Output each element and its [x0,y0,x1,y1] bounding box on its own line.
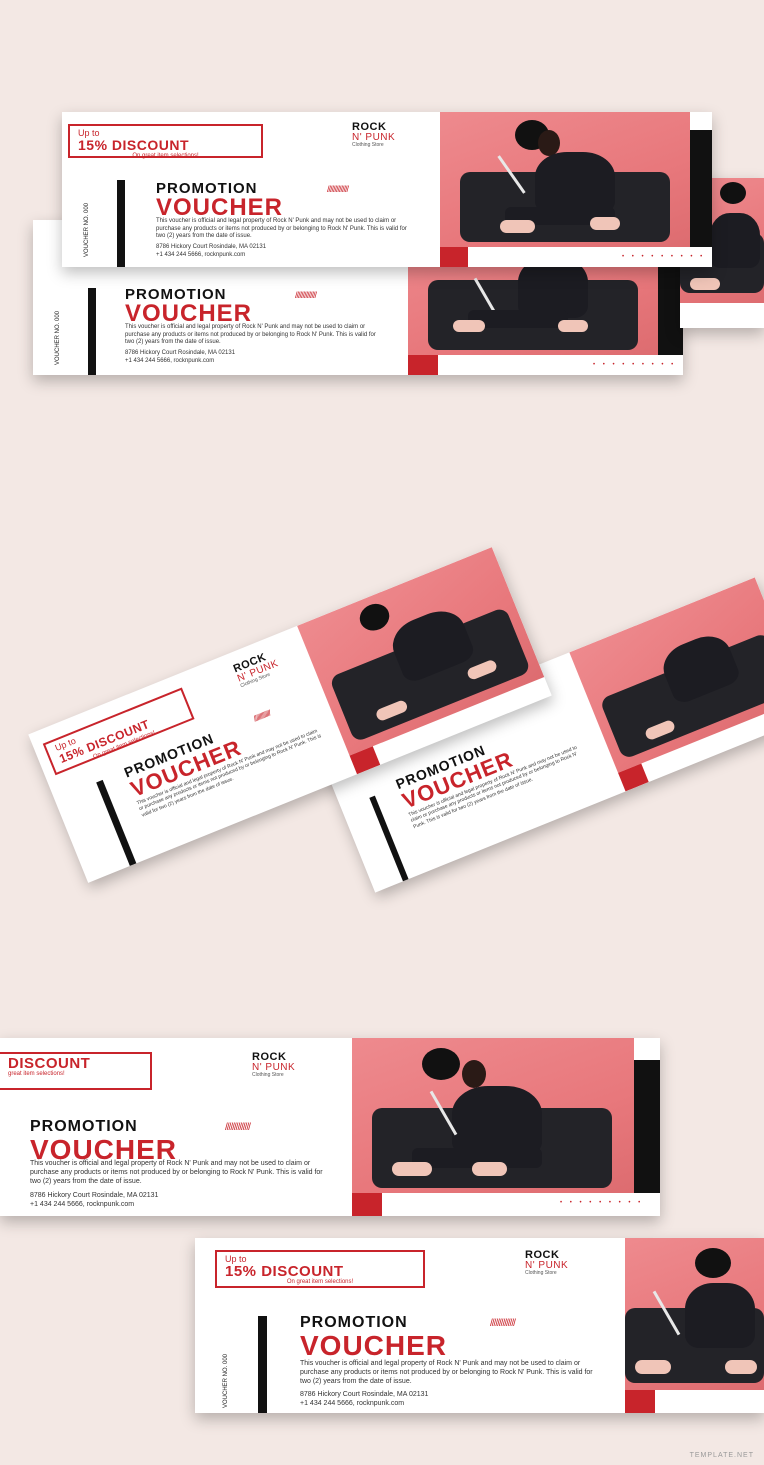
person-body [518,258,588,318]
voucher-number: VOUCHER NO. 000 [84,202,90,257]
discount-subline: On great item selections! [286,1279,354,1285]
decorative-dots: • • • • • • • • • [593,362,677,368]
shoe [472,1162,507,1176]
discount-box: Up to 15% DISCOUNT On great item selecti… [215,1250,425,1288]
voucher-title: VOUCHER [300,1330,448,1361]
discount-amount: 15% DISCOUNT [78,137,190,153]
hair [695,1248,731,1278]
voucher-contact: +1 434 244 5666, rocknpunk.com [156,252,246,258]
store-logo: ROCK N' PUNK Clothing Store [232,649,282,689]
voucher-card-front: Up to 15% DISCOUNT On great item selecti… [62,112,712,267]
store-logo: ROCK N' PUNK Clothing Store [525,1250,568,1276]
discount-amount: 15% DISCOUNT [225,1263,344,1280]
black-bar [88,288,96,375]
shoe [392,1162,432,1176]
discount-subline: great item selections! [8,1071,65,1077]
store-logo: ROCK N' PUNK Clothing Store [252,1052,295,1078]
black-stripe [690,130,712,247]
discount-subline: On great item selections! [132,153,199,159]
voucher-contact: +1 434 244 5666, rocknpunk.com [30,1201,135,1208]
angled-group: PROMOTION VOUCHER This voucher is offici… [0,540,764,940]
voucher-address: 8786 Hickory Court Rosindale, MA 02131 [30,1192,159,1199]
voucher-address: 8786 Hickory Court Rosindale, MA 02131 [300,1391,429,1398]
black-stripe [634,1060,660,1193]
hair [422,1048,460,1080]
shoe [725,1360,757,1374]
person-body [452,1086,542,1156]
discount-box: DISCOUNT great item selections! [0,1052,152,1090]
person-body [710,213,760,268]
decorative-slashes: ////////////// [327,184,349,194]
discount-amount: DISCOUNT [8,1055,91,1072]
decorative-slashes: ////////////// [225,1122,251,1133]
decorative-slashes: ////////////// [252,708,272,724]
voucher-address: 8786 Hickory Court Rosindale, MA 02131 [125,350,236,356]
shoe [690,278,720,290]
person-body [535,152,615,214]
hair [720,182,746,204]
voucher-photo [440,112,690,247]
logo-subtitle: Clothing Store [525,1270,557,1276]
voucher-photo [569,577,764,773]
person-head [462,1060,486,1088]
shoe [500,220,535,233]
shoe [590,217,620,230]
discount-box: Up to 15% DISCOUNT On great item selecti… [68,124,263,159]
voucher-card-cropped: DISCOUNT great item selections! ROCK N' … [0,1038,660,1216]
decorative-dots: • • • • • • • • • [622,254,706,260]
voucher-terms: This voucher is official and legal prope… [125,324,376,345]
black-bar [258,1316,267,1413]
shoe [558,320,588,332]
logo-subtitle: Clothing Store [352,142,384,148]
voucher-terms: This voucher is official and legal prope… [156,218,407,239]
voucher-terms: This voucher is official and legal prope… [300,1360,593,1385]
voucher-photo [352,1038,634,1193]
decorative-slashes: ////////////// [490,1318,516,1329]
hair [355,599,394,635]
red-block [625,1390,655,1413]
black-bar [117,180,125,267]
shoe [453,320,485,332]
logo-subtitle: Clothing Store [252,1072,284,1078]
person-body [685,1283,755,1348]
voucher-terms: This voucher is official and legal prope… [30,1160,323,1185]
voucher-address: 8786 Hickory Court Rosindale, MA 02131 [156,244,267,250]
voucher-contact: +1 434 244 5666, rocknpunk.com [125,358,215,364]
decorative-slashes: ////////////// [295,290,317,300]
shoe [635,1360,671,1374]
black-bar [369,795,409,882]
voucher-number: VOUCHER NO. 000 [223,1353,229,1408]
decorative-dots: • • • • • • • • • [560,1200,644,1206]
black-bar [96,779,137,866]
voucher-number: VOUCHER NO. 000 [55,310,61,365]
store-logo: ROCK N' PUNK Clothing Store [352,122,395,148]
watermark: TEMPLATE.NET [689,1452,754,1459]
red-block [352,1193,382,1216]
red-block [440,247,468,267]
voucher-photo [625,1238,764,1390]
voucher-contact: +1 434 244 5666, rocknpunk.com [300,1400,405,1407]
voucher-card-bottom: Up to 15% DISCOUNT On great item selecti… [195,1238,764,1413]
red-block [408,355,438,375]
